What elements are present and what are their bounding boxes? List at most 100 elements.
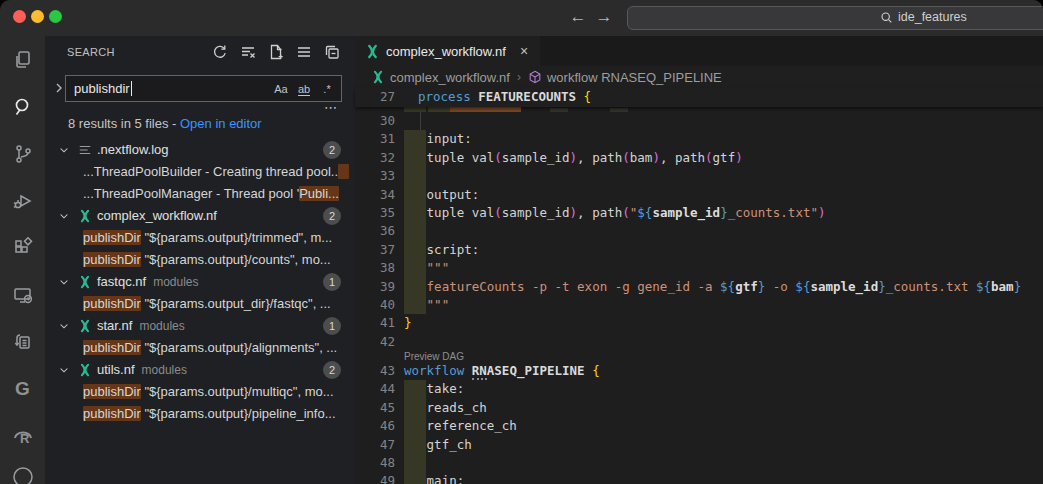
code-area[interactable]: 27process FEATURECOUNTS { 3031 input:32 …: [355, 88, 1043, 484]
extensions-icon[interactable]: [0, 224, 45, 271]
search-result-row[interactable]: publishDir "${params.output}/multiqc", m…: [45, 381, 355, 403]
line-number: 34: [355, 186, 395, 204]
search-sidebar: SEARCH publishdir Aa ab .* ⋯ 8 results i…: [45, 36, 355, 484]
search-file-row[interactable]: fastqc.nfmodules1: [45, 271, 355, 293]
line-number: 43: [355, 362, 395, 380]
search-result-row[interactable]: ...ThreadPoolManager - Thread pool 'Publ…: [45, 183, 355, 205]
sticky-scroll-line[interactable]: 27process FEATURECOUNTS {: [355, 88, 1043, 107]
tab-complex-workflow[interactable]: complex_workflow.nf ×: [355, 36, 540, 66]
command-center-text: ide_features: [898, 10, 967, 24]
search-result-row[interactable]: ...ThreadPoolBuilder - Creating thread p…: [45, 161, 355, 183]
svg-text:R: R: [20, 431, 30, 446]
line-number: 42: [355, 333, 395, 351]
search-result-row[interactable]: publishDir "${params.output_dir}/fastqc"…: [45, 293, 355, 315]
account-icon[interactable]: [0, 451, 45, 484]
code-line: 35 tuple val(sample_id), path("${sample_…: [355, 204, 1043, 222]
match-case-icon[interactable]: Aa: [271, 79, 291, 99]
log-file-icon: [78, 143, 92, 157]
code-line: 49 main:: [355, 472, 1043, 484]
titlebar: ← → ide_features: [0, 0, 1043, 36]
refresh-icon[interactable]: [211, 43, 229, 61]
code-line: 40 """: [355, 296, 1043, 314]
chevron-down-icon: [58, 320, 70, 332]
maximize-window-button[interactable]: [49, 10, 62, 23]
line-number: 31: [355, 130, 395, 148]
line-number: 44: [355, 380, 395, 398]
code-line: 42: [355, 333, 1043, 351]
symbol-module-icon: [528, 70, 542, 84]
search-input[interactable]: publishdir Aa ab .*: [65, 75, 342, 102]
view-as-list-icon[interactable]: [295, 43, 313, 61]
search-file-row[interactable]: .nextflow.log2: [45, 139, 355, 161]
new-search-editor-icon[interactable]: [267, 43, 285, 61]
command-center-search[interactable]: ide_features: [627, 6, 1043, 30]
minimize-window-button[interactable]: [31, 10, 44, 23]
regex-icon[interactable]: .*: [317, 79, 337, 99]
codelens[interactable]: Preview DAG: [355, 351, 1043, 362]
code-line: 47 gtf_ch: [355, 436, 1043, 454]
line-number: 32: [355, 149, 395, 167]
line-number: 49: [355, 472, 395, 484]
nextflow-icon: [78, 275, 92, 289]
close-window-button[interactable]: [13, 10, 26, 23]
toggle-search-details-icon[interactable]: ⋯: [324, 100, 339, 115]
match-count-badge: 2: [323, 361, 341, 379]
line-number: 45: [355, 399, 395, 417]
search-results-tree: .nextflow.log2...ThreadPoolBuilder - Cre…: [45, 139, 355, 425]
search-query: publishdir: [74, 81, 130, 96]
search-result-row[interactable]: publishDir "${params.output}/counts", mo…: [45, 249, 355, 271]
references-icon[interactable]: [0, 318, 45, 365]
code-line: 41}: [355, 314, 1043, 332]
sidebar-title: SEARCH: [67, 46, 115, 58]
run-debug-icon[interactable]: [0, 177, 45, 224]
chevron-down-icon: [58, 210, 70, 222]
search-file-row[interactable]: utils.nfmodules 2: [45, 359, 355, 381]
code-line: 36: [355, 222, 1043, 240]
back-button[interactable]: ←: [566, 5, 590, 29]
results-summary: 8 results in 5 files - Open in editor: [68, 116, 262, 131]
code-line: 44 take:: [355, 380, 1043, 398]
code-line: 30: [355, 112, 1043, 130]
whole-word-icon[interactable]: ab: [294, 79, 314, 99]
forward-button[interactable]: →: [592, 5, 616, 29]
line-number: 48: [355, 454, 395, 472]
file-name: complex_workflow.nf: [97, 205, 217, 227]
code-line: 45 reads_ch: [355, 399, 1043, 417]
nextflow-icon: [365, 44, 380, 59]
match-count-badge: 2: [323, 141, 341, 159]
open-in-editor-link[interactable]: Open in editor: [180, 116, 262, 131]
remote-explorer-icon[interactable]: [0, 271, 45, 318]
close-tab-icon[interactable]: ×: [520, 43, 528, 59]
gitlens-icon[interactable]: G: [0, 365, 45, 412]
line-number: 33: [355, 167, 395, 185]
file-description: modules: [142, 363, 187, 377]
code-line: 31 input:: [355, 130, 1043, 148]
search-file-row[interactable]: complex_workflow.nf2: [45, 205, 355, 227]
line-number: 35: [355, 204, 395, 222]
line-number: 47: [355, 436, 395, 454]
source-control-icon[interactable]: [0, 130, 45, 177]
search-result-row[interactable]: publishDir "${params.output}/trimmed", m…: [45, 227, 355, 249]
search-result-row[interactable]: publishDir "${params.output}/pipeline_in…: [45, 403, 355, 425]
collapse-all-icon[interactable]: [323, 43, 341, 61]
clear-results-icon[interactable]: [239, 43, 257, 61]
search-icon[interactable]: [0, 83, 45, 130]
activity-bar: G R: [0, 36, 45, 484]
chevron-down-icon: [58, 276, 70, 288]
nextflow-icon: [78, 319, 92, 333]
search-result-row[interactable]: publishDir "${params.output}/alignments"…: [45, 337, 355, 359]
breadcrumb-symbol[interactable]: workflow RNASEQ_PIPELINE: [547, 70, 722, 85]
search-file-row[interactable]: star.nfmodules1: [45, 315, 355, 337]
line-number: 30: [355, 112, 395, 130]
breadcrumb: complex_workflow.nf › workflow RNASEQ_PI…: [355, 66, 1043, 88]
chevron-down-icon: [58, 364, 70, 376]
file-name: utils.nfmodules: [97, 359, 187, 381]
explorer-icon[interactable]: [0, 36, 45, 83]
breadcrumb-file[interactable]: complex_workflow.nf: [390, 70, 510, 85]
code-line: 46 reference_ch: [355, 417, 1043, 435]
tab-label: complex_workflow.nf: [386, 44, 506, 59]
editor-area: complex_workflow.nf × complex_workflow.n…: [355, 36, 1043, 484]
code-line: 48: [355, 454, 1043, 472]
code-lines: 3031 input:32 tuple val(sample_id), path…: [355, 112, 1043, 484]
nextflow-icon: [78, 209, 92, 223]
